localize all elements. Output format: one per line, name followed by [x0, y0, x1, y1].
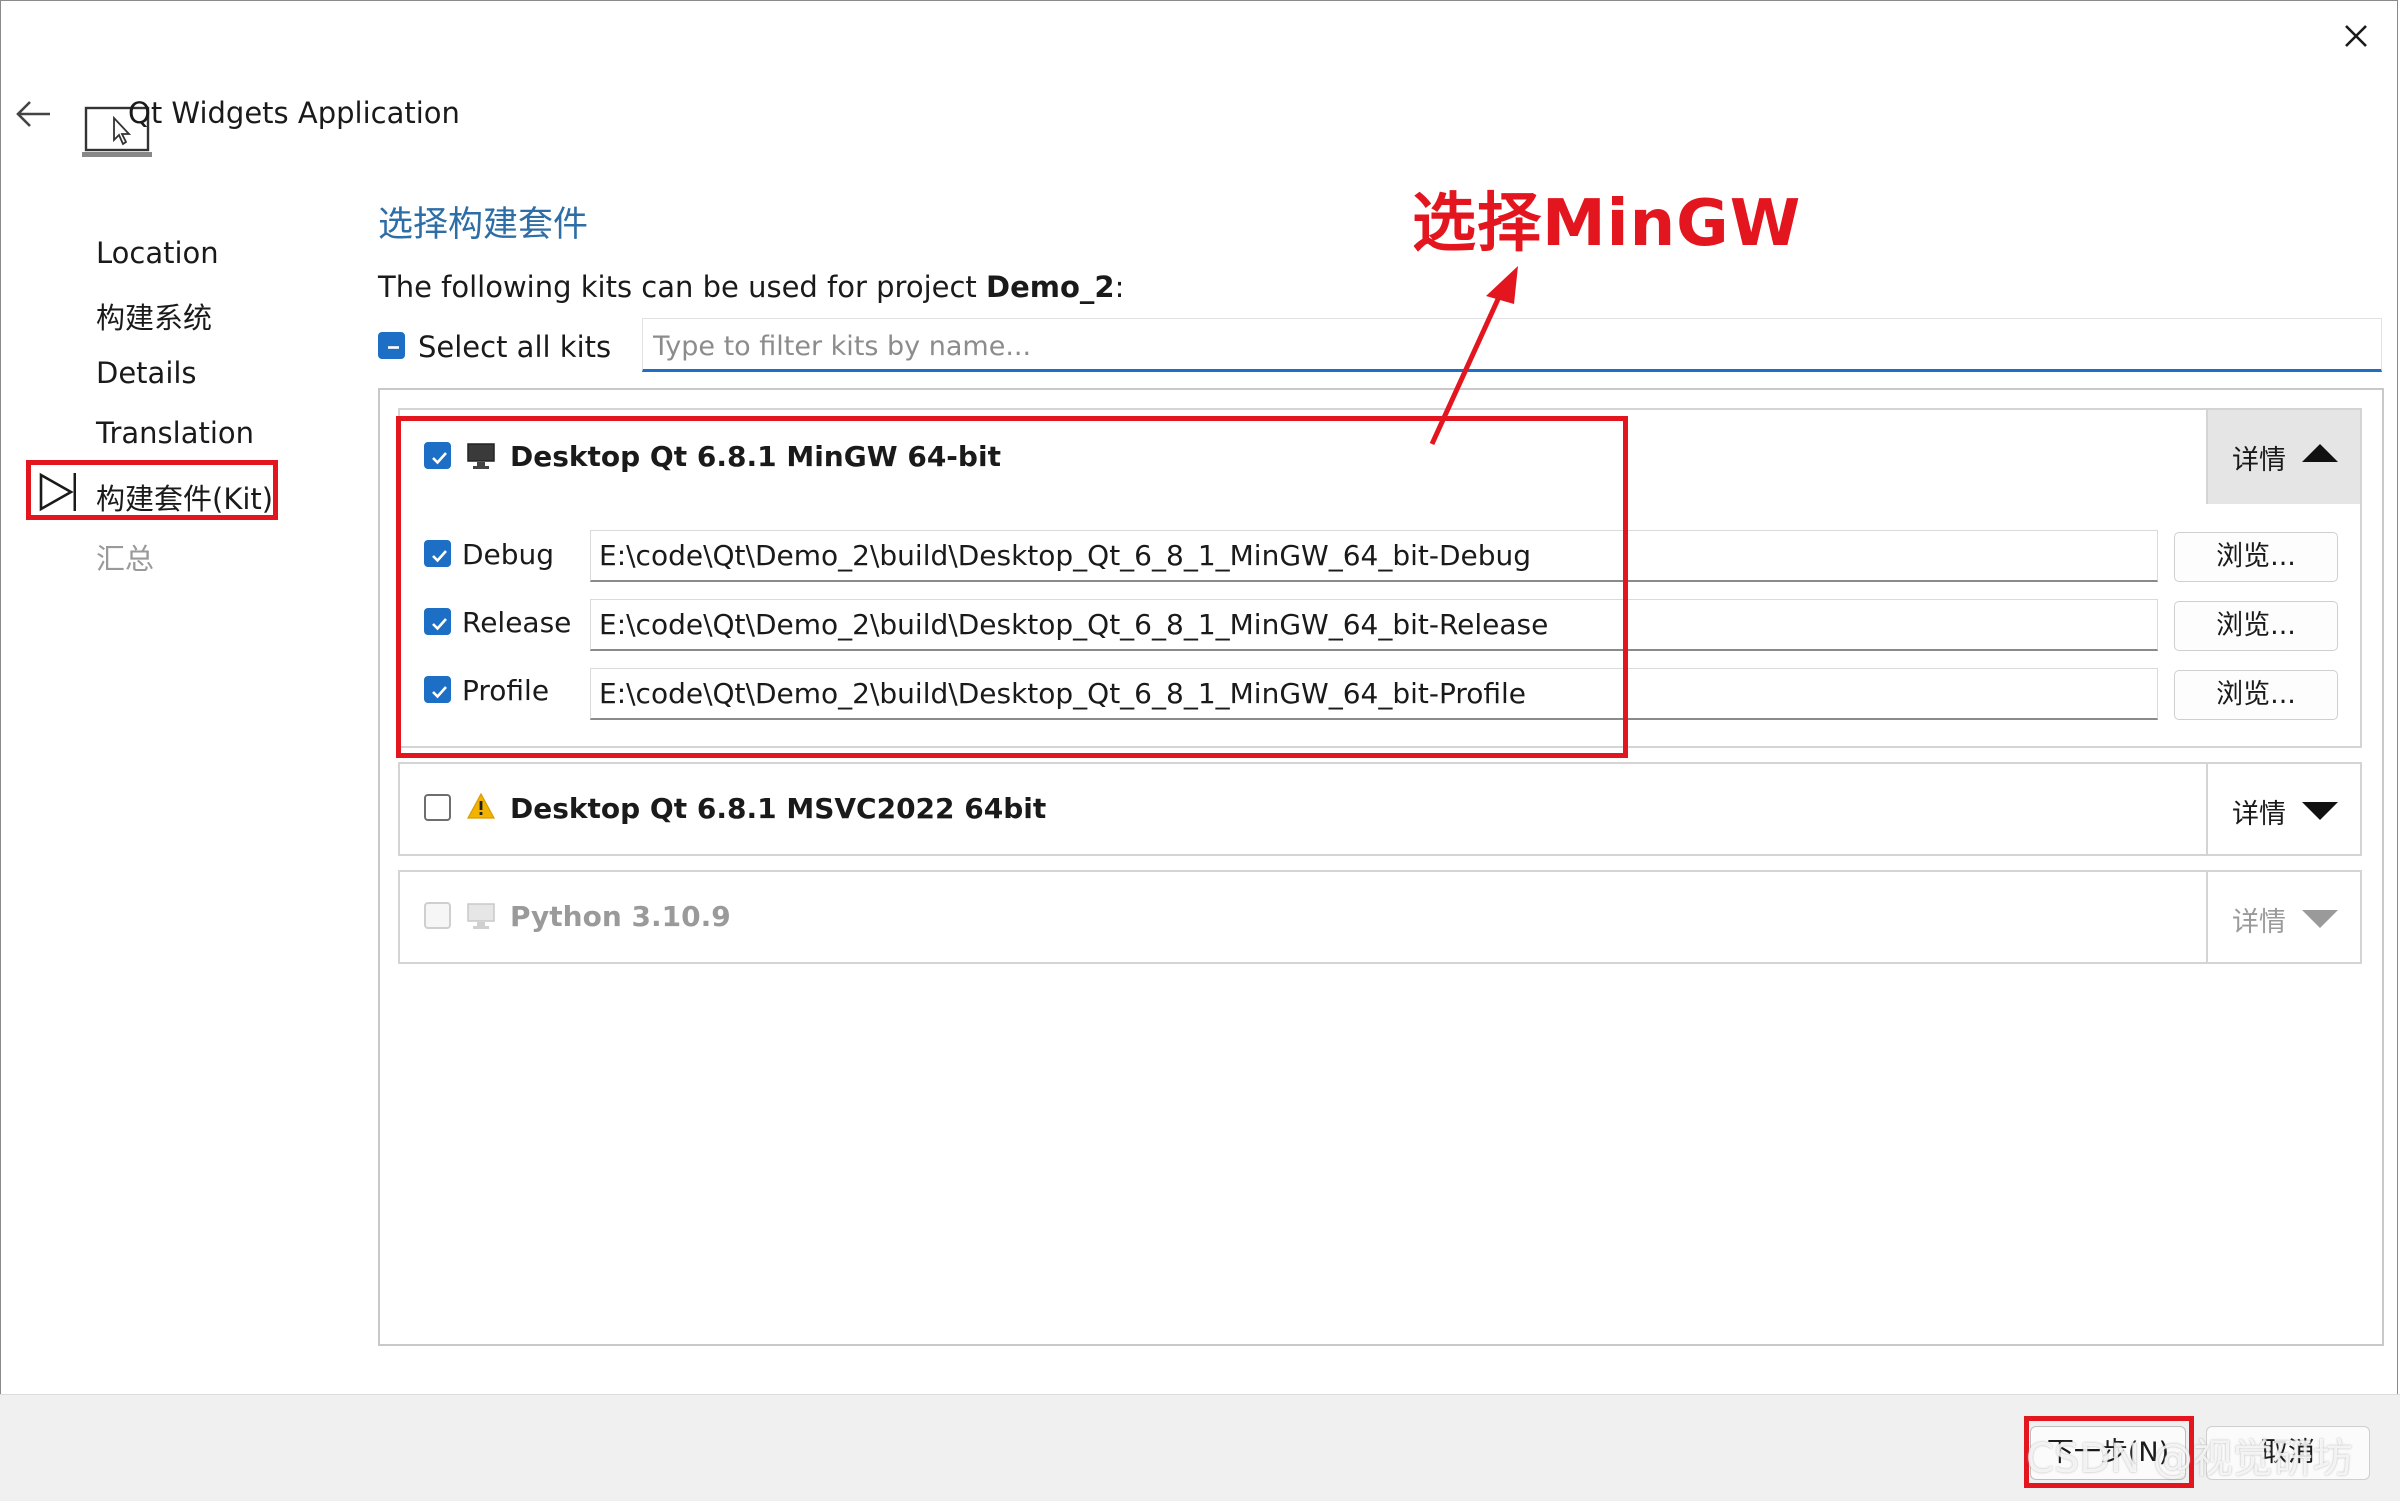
intro-prefix: The following kits can be used for proje… — [378, 270, 986, 304]
select-all-checkbox[interactable] — [378, 332, 405, 359]
annotation-arrow-icon — [1420, 262, 1530, 452]
kit-mingw-details-toggle[interactable]: 详情 — [2206, 410, 2360, 504]
intro-suffix: : — [1114, 270, 1125, 304]
warning-icon — [466, 792, 496, 824]
sidebar-item-translation[interactable]: Translation — [96, 416, 254, 450]
kit-msvc-name: Desktop Qt 6.8.1 MSVC2022 64bit — [510, 792, 1047, 825]
browse-debug-button[interactable]: 浏览... — [2174, 532, 2338, 582]
project-name: Demo_2 — [986, 270, 1115, 304]
kit-msvc-details-toggle[interactable]: 详情 — [2206, 764, 2360, 854]
desktop-monitor-icon — [466, 902, 496, 934]
highlight-box-kit-step — [26, 460, 278, 520]
collapse-triangle-icon — [2300, 442, 2340, 468]
close-icon[interactable] — [2334, 14, 2378, 58]
kit-msvc: Desktop Qt 6.8.1 MSVC2022 64bit 详情 — [398, 762, 2362, 856]
select-all-label: Select all kits — [418, 330, 612, 364]
kit-python: Python 3.10.9 详情 — [398, 870, 2362, 964]
browse-profile-button[interactable]: 浏览... — [2174, 670, 2338, 720]
back-arrow-icon[interactable] — [14, 96, 54, 132]
page-title: 选择构建套件 — [378, 205, 589, 245]
details-label: 详情 — [2232, 445, 2286, 476]
kit-python-name: Python 3.10.9 — [510, 900, 731, 933]
details-label: 详情 — [2232, 907, 2286, 938]
browse-release-button[interactable]: 浏览... — [2174, 601, 2338, 651]
expand-triangle-icon — [2300, 908, 2340, 934]
kit-msvc-checkbox[interactable] — [424, 794, 451, 821]
wizard-title: Qt Widgets Application — [128, 96, 460, 130]
sidebar-item-location[interactable]: Location — [96, 236, 219, 270]
kit-python-checkbox[interactable] — [424, 902, 451, 929]
annotation-text: 选择MinGW — [1412, 187, 1802, 261]
intro-text: The following kits can be used for proje… — [378, 270, 1124, 304]
kit-python-details-toggle[interactable]: 详情 — [2206, 872, 2360, 962]
sidebar-item-details[interactable]: Details — [96, 356, 197, 390]
sidebar-item-build-system[interactable]: 构建系统 — [96, 295, 212, 337]
details-label: 详情 — [2232, 799, 2286, 830]
expand-triangle-icon — [2300, 800, 2340, 826]
watermark: CSDN @视觉研坊 — [2026, 1436, 2353, 1482]
highlight-box-mingw-kit — [396, 416, 1628, 758]
sidebar-item-summary[interactable]: 汇总 — [96, 536, 154, 578]
